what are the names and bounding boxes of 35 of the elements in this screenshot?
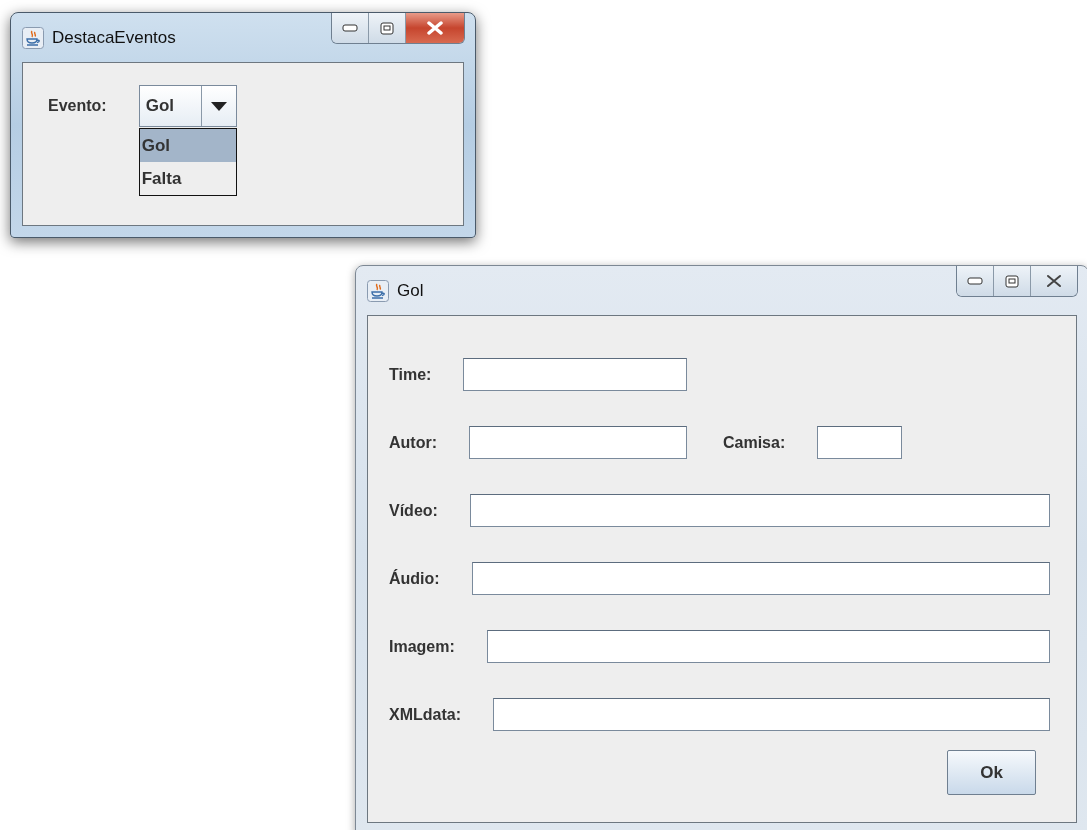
cup-icon (367, 279, 389, 302)
field-label: Camisa: (723, 433, 786, 451)
ok-button[interactable]: Ok (947, 750, 1036, 795)
dropdown-option[interactable]: Gol (139, 129, 236, 162)
maximize-icon (1005, 274, 1019, 288)
input-field[interactable] (469, 426, 687, 459)
field-label: Vídeo: (389, 501, 438, 519)
minimize-button[interactable] (332, 13, 369, 43)
close-button[interactable] (1031, 266, 1077, 296)
caret-icon (210, 101, 227, 111)
input-field[interactable] (463, 358, 688, 391)
maximize-button[interactable] (369, 13, 406, 43)
event-dropdown[interactable]: Gol (138, 85, 237, 127)
cup-icon (22, 26, 44, 49)
input-field[interactable] (469, 494, 1050, 527)
field-label: XMLdata: (389, 705, 461, 723)
input-field[interactable] (471, 562, 1050, 595)
field-label: Autor: (389, 433, 437, 451)
input-field[interactable] (817, 426, 903, 459)
minimize-button[interactable] (957, 266, 994, 296)
close-button[interactable] (406, 13, 464, 43)
field-label: Imagem: (389, 637, 455, 655)
dropdown-option[interactable]: Falta (139, 162, 236, 195)
field-label: Time: (389, 365, 432, 383)
maximize-icon (380, 21, 394, 35)
field-label: Áudio: (389, 569, 440, 587)
window-title: Gol (397, 280, 424, 301)
minimize-icon (342, 24, 358, 32)
input-field[interactable] (493, 698, 1050, 731)
field-label: Evento: (48, 97, 107, 114)
minimize-icon (967, 277, 983, 285)
close-icon (426, 21, 444, 35)
window-title: DestacaEventos (52, 27, 176, 48)
close-icon (1045, 274, 1063, 288)
input-field[interactable] (486, 630, 1050, 663)
